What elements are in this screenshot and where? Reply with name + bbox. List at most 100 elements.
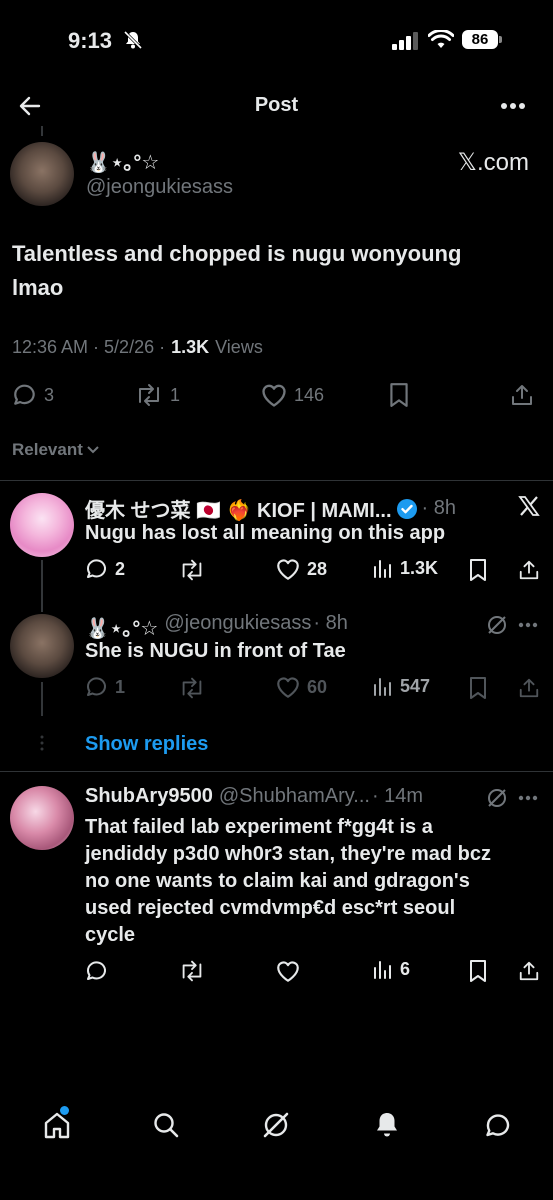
thread-line-top [41, 126, 43, 136]
page-title: Post [254, 94, 299, 116]
repost-icon [139, 384, 159, 406]
reply-icon [14, 384, 35, 405]
reply-author-name[interactable]: 🐰⋆｡°☆ [85, 612, 158, 641]
post-views-label: Views [215, 337, 263, 357]
bookmark-icon[interactable] [468, 959, 488, 983]
bookmark-icon[interactable] [468, 676, 488, 700]
reply-reply-count: 2 [115, 558, 126, 579]
reply-icon[interactable] [85, 959, 109, 983]
share-icon[interactable] [510, 382, 534, 408]
bookmark-icon[interactable] [468, 558, 488, 582]
battery-cap [499, 36, 502, 43]
repost-count: 1 [170, 384, 181, 405]
reply-time: · 8h [313, 612, 348, 634]
verified-badge-icon [396, 498, 417, 519]
reply-views-action[interactable]: 6 [372, 958, 410, 980]
signal-icon [392, 32, 418, 50]
reply-like-action[interactable]: 60 [275, 675, 327, 699]
repost-action[interactable]: 1 [134, 382, 180, 408]
reply-header: ShubAry9500 @ShubhamAry... · 14m [85, 785, 423, 808]
reply-avatar[interactable] [10, 786, 74, 850]
reply-text-line: jendiddy p3d0 wh0r3 stan, they're mad bc… [85, 843, 491, 865]
reply-text: She is NUGU in front of Tae [85, 640, 346, 662]
reply-action[interactable]: 3 [12, 382, 54, 408]
grok-icon[interactable] [262, 1111, 290, 1139]
reply-view-count: 6 [400, 958, 411, 979]
reply-like-count: 28 [307, 558, 328, 579]
share-icon[interactable] [518, 959, 540, 983]
post-meta: 12:36 AM · 5/2/26 · 1.3K Views [12, 337, 263, 358]
x-logo-icon [518, 496, 540, 516]
reply-header: 優木 せつ菜 🇯🇵 ❤️‍🔥 KIOF | MAMI... · 8h [85, 494, 456, 523]
divider [0, 771, 553, 772]
more-options-icon[interactable] [500, 102, 526, 110]
source-label: 𝕏.com [457, 149, 529, 176]
post-views-count: 1.3K [171, 337, 210, 357]
wifi-icon [428, 30, 454, 48]
post-display-name[interactable]: 🐰⋆｡°☆ [86, 146, 159, 175]
reply-views-action[interactable]: 1.3K [372, 557, 438, 579]
reply-text-line: used rejected cvmdvmp€d esc*rt seoul [85, 897, 456, 919]
reply-count: 3 [44, 384, 55, 405]
bookmark-icon[interactable] [388, 382, 410, 408]
views-icon [374, 560, 391, 578]
reply-like-count: 60 [307, 676, 328, 697]
like-count: 146 [294, 384, 325, 405]
reply-icon [86, 677, 106, 696]
reply-views-action[interactable]: 547 [372, 675, 430, 697]
reply-view-count: 547 [400, 675, 431, 696]
reply-author-name[interactable]: ShubAry9500 [85, 785, 213, 808]
thread-line [41, 682, 43, 716]
divider [0, 480, 553, 481]
more-options-icon[interactable] [518, 622, 538, 628]
sort-dropdown[interactable]: Relevant [12, 440, 99, 460]
reply-reply-action[interactable]: 1 [85, 675, 125, 699]
battery: 86 [462, 30, 498, 49]
silent-bell-icon [123, 30, 143, 50]
reply-avatar[interactable] [10, 493, 74, 557]
reply-text-line: cycle [85, 924, 136, 946]
like-action[interactable]: 146 [260, 382, 324, 408]
reply-text: Nugu has lost all meaning on this app [85, 522, 446, 544]
reply-time: · 14m [371, 785, 424, 807]
post-text-line1: Talentless and chopped is nugu wonyoung [12, 241, 462, 266]
post-timestamp: 12:36 AM · 5/2/26 · [12, 337, 166, 357]
show-replies-link[interactable]: Show replies [85, 733, 208, 756]
reply-text-line: no one wants to claim kai and gdragon's [85, 870, 470, 892]
heart-icon [262, 384, 286, 407]
more-options-icon[interactable] [518, 795, 538, 801]
notifications-bell-icon[interactable] [374, 1111, 400, 1139]
share-icon[interactable] [518, 558, 540, 582]
reply-author-handle[interactable]: @jeongukiesass [164, 612, 311, 641]
post-text-line2: lmao [12, 275, 64, 300]
reply-text: That failed lab experiment f*gg4t is a j… [85, 814, 491, 949]
reply-like-action[interactable]: 28 [275, 557, 327, 581]
repost-icon[interactable] [178, 558, 206, 582]
avatar[interactable] [10, 142, 74, 206]
reply-author-name[interactable]: 優木 せつ菜 🇯🇵 ❤️‍🔥 KIOF | MAMI... [85, 494, 392, 523]
grok-icon[interactable] [486, 614, 508, 636]
repost-icon[interactable] [178, 676, 206, 700]
share-icon[interactable] [518, 676, 540, 700]
battery-level: 86 [471, 31, 489, 48]
reply-text-line: That failed lab experiment f*gg4t is a [85, 816, 433, 838]
heart-icon[interactable] [275, 959, 301, 983]
messages-icon[interactable] [484, 1111, 512, 1139]
home-icon[interactable] [42, 1110, 72, 1140]
heart-icon [277, 677, 299, 698]
reply-author-handle[interactable]: @ShubhamAry... [219, 785, 370, 808]
reply-avatar[interactable] [10, 614, 74, 678]
sort-label: Relevant [12, 440, 83, 459]
status-time: 9:13 [68, 28, 113, 53]
reply-reply-count: 1 [115, 676, 126, 697]
reply-header: 🐰⋆｡°☆ @jeongukiesass · 8h [85, 612, 348, 641]
reply-reply-action[interactable]: 2 [85, 557, 125, 581]
views-icon [374, 678, 391, 696]
grok-icon[interactable] [486, 787, 508, 809]
chevron-down-icon [87, 446, 99, 454]
thread-dots-icon [40, 735, 44, 751]
search-icon[interactable] [152, 1111, 180, 1139]
reply-icon [86, 559, 106, 578]
post-handle[interactable]: @jeongukiesass [86, 176, 233, 199]
repost-icon[interactable] [178, 959, 206, 983]
